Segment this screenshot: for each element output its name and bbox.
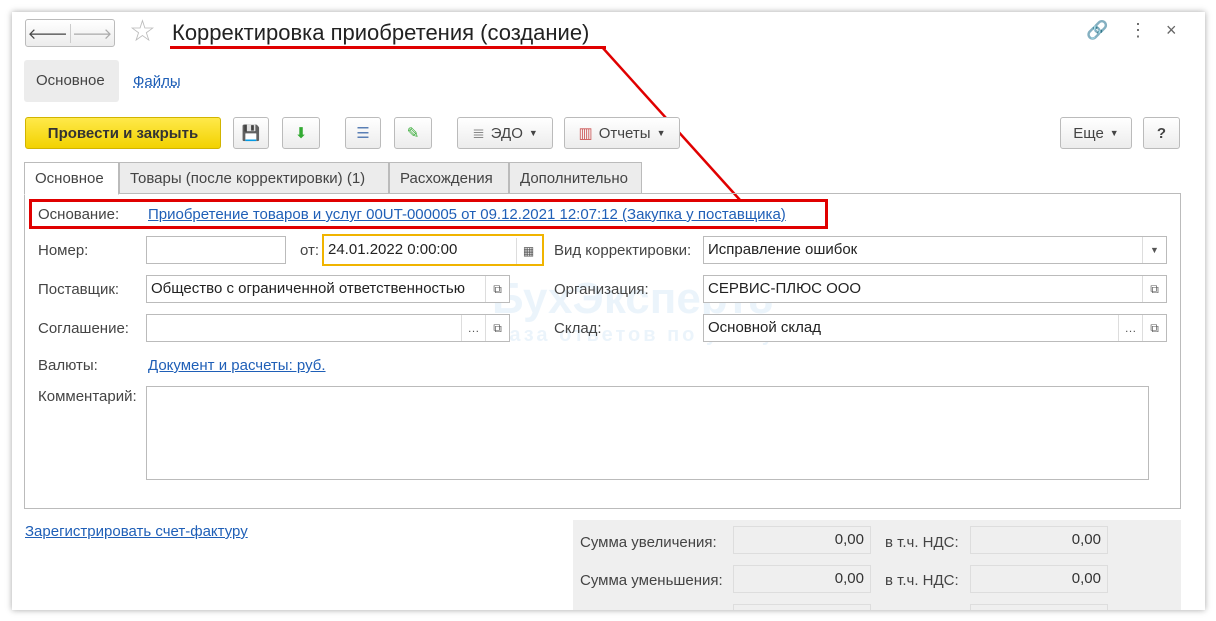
correction-kind-select[interactable]: Исправление ошибок ▼ — [703, 236, 1167, 264]
organization-label: Организация: — [554, 281, 649, 298]
close-icon[interactable]: × — [1166, 20, 1177, 41]
reports-button[interactable]: ▥ Отчеты ▼ — [564, 117, 680, 149]
currency-link[interactable]: Документ и расчеты: руб. — [148, 357, 326, 374]
post-document-icon: ⬇ — [294, 125, 308, 142]
reports-label: Отчеты — [598, 124, 651, 142]
currency-label: Валюты: — [38, 357, 98, 374]
help-button[interactable]: ? — [1143, 117, 1180, 149]
open-icon[interactable]: ⧉ — [485, 315, 509, 341]
document-window: 🡐 🡒 ☆ Корректировка приобретения (создан… — [12, 12, 1205, 610]
decrease-label: Сумма уменьшения: — [580, 572, 723, 589]
list-icon: ☰ — [356, 125, 370, 142]
chevron-down-icon: ▼ — [656, 128, 666, 138]
calendar-icon[interactable]: ▦ — [516, 238, 540, 264]
increase-vat-label: в т.ч. НДС: — [885, 534, 959, 551]
comment-label: Комментарий: — [38, 388, 137, 405]
more-label: Еще — [1073, 124, 1104, 142]
section-main[interactable]: Основное — [24, 60, 119, 102]
edit-history-button[interactable]: ✎ — [394, 117, 432, 149]
supplier-label: Поставщик: — [38, 281, 120, 298]
basis-link[interactable]: Приобретение товаров и услуг 00UT-000005… — [148, 206, 786, 223]
chevron-down-icon: ▼ — [1109, 128, 1119, 138]
partial-field — [970, 604, 1108, 610]
number-input[interactable] — [146, 236, 286, 264]
basis-label: Основание: — [38, 206, 120, 223]
more-button[interactable]: Еще ▼ — [1060, 117, 1132, 149]
agreement-input[interactable]: … ⧉ — [146, 314, 510, 342]
correction-kind-label: Вид корректировки: — [554, 242, 692, 259]
date-label: от: — [300, 242, 320, 259]
supplier-input[interactable]: Общество с ограниченной ответственностью… — [146, 275, 510, 303]
increase-vat-value: 0,00 — [970, 526, 1108, 554]
open-icon[interactable]: ⧉ — [1142, 276, 1166, 302]
tab-additional[interactable]: Дополнительно — [509, 162, 642, 194]
open-icon[interactable]: ⧉ — [485, 276, 509, 302]
journal-button[interactable]: ☰ — [345, 117, 381, 149]
tab-main[interactable]: Основное — [24, 162, 119, 195]
decrease-vat-label: в т.ч. НДС: — [885, 572, 959, 589]
agreement-label: Соглашение: — [38, 320, 129, 337]
save-button[interactable]: 💾 — [233, 117, 269, 149]
edo-icon: ≣ — [472, 125, 485, 142]
tab-goods[interactable]: Товары (после корректировки) (1) — [119, 162, 389, 194]
pencil-clock-icon: ✎ — [406, 125, 420, 142]
select-ellipsis-icon[interactable]: … — [461, 315, 485, 341]
number-label: Номер: — [38, 242, 89, 259]
organization-input[interactable]: СЕРВИС-ПЛЮС ООО ⧉ — [703, 275, 1167, 303]
more-vertical-icon[interactable]: ⋮ — [1129, 20, 1147, 41]
select-ellipsis-icon[interactable]: … — [1118, 315, 1142, 341]
chevron-down-icon: ▼ — [528, 128, 538, 138]
section-files[interactable]: Файлы — [133, 73, 181, 90]
report-chart-icon: ▥ — [578, 125, 593, 142]
tab-discrepancies[interactable]: Расхождения — [389, 162, 509, 194]
register-invoice-link[interactable]: Зарегистрировать счет-фактуру — [25, 523, 248, 540]
warehouse-label: Склад: — [554, 320, 602, 337]
partial-field — [733, 604, 871, 610]
post-button[interactable]: ⬇ — [282, 117, 320, 149]
decrease-vat-value: 0,00 — [970, 565, 1108, 593]
open-icon[interactable]: ⧉ — [1142, 315, 1166, 341]
link-icon[interactable]: 🔗 — [1086, 20, 1108, 41]
increase-label: Сумма увеличения: — [580, 534, 717, 551]
warehouse-input[interactable]: Основной склад… ⧉ — [703, 314, 1167, 342]
edo-button[interactable]: ≣ ЭДО ▼ — [457, 117, 553, 149]
increase-value: 0,00 — [733, 526, 871, 554]
decrease-value: 0,00 — [733, 565, 871, 593]
comment-textarea[interactable] — [146, 386, 1149, 480]
edo-label: ЭДО — [490, 124, 523, 142]
post-and-close-button[interactable]: Провести и закрыть — [25, 117, 221, 149]
chevron-down-icon[interactable]: ▼ — [1142, 237, 1166, 263]
floppy-icon: 💾 — [241, 125, 261, 142]
date-input[interactable]: 24.01.2022 0:00:00 ▦ — [322, 234, 544, 266]
